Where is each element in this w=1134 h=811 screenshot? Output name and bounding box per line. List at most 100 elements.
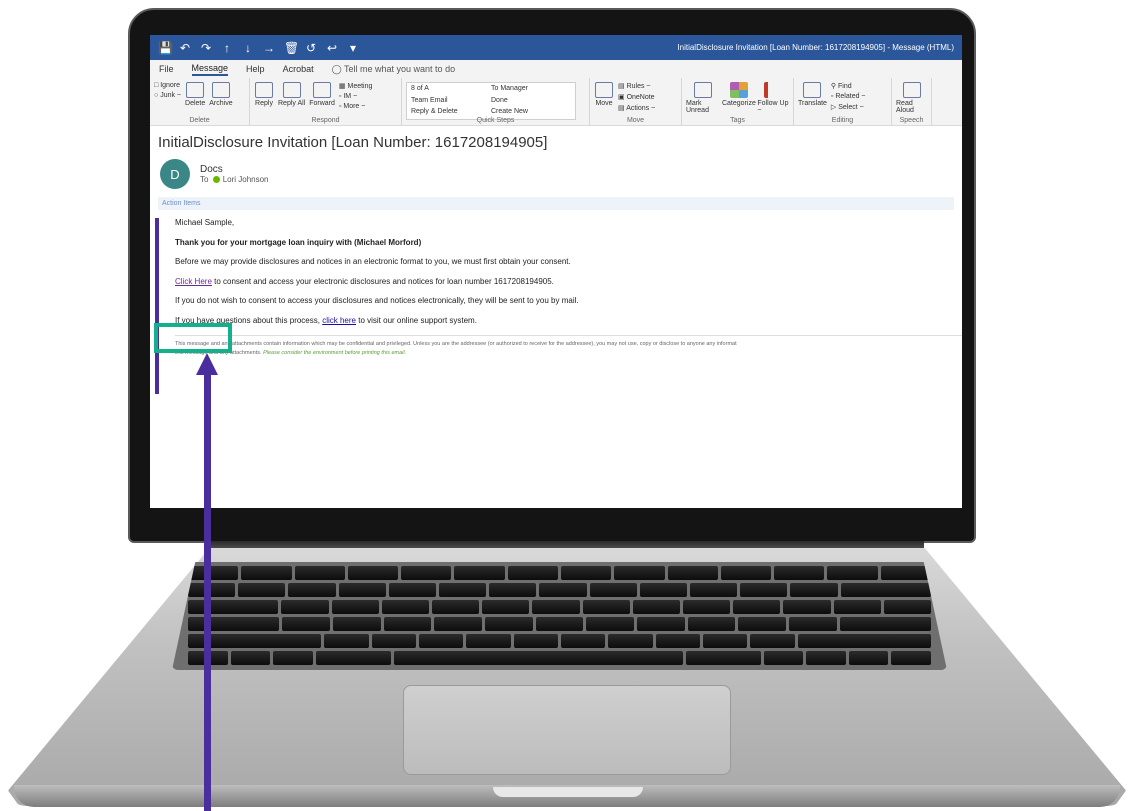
before-line: Before we may provide disclosures and no… [175, 257, 571, 266]
key [833, 600, 881, 614]
key [331, 600, 379, 614]
menu-message[interactable]: Message [191, 63, 229, 76]
quick-steps-group: 8 of A To Manager Team Email Done Reply … [402, 78, 590, 125]
menu-bar: File Message Help Acrobat ◯ Tell me what… [150, 60, 962, 78]
translate-icon [803, 82, 822, 98]
key [797, 634, 931, 648]
recipient-line: To Lori Johnson [200, 175, 269, 184]
quick-step-to-manager[interactable]: To Manager [491, 85, 571, 94]
delete-group: □ Ignore ○ Junk ~ Delete Archive Delete [150, 78, 250, 125]
key [324, 634, 369, 648]
key [806, 651, 846, 665]
rules-button[interactable]: ▤ Rules ~ [618, 82, 655, 90]
key [230, 651, 271, 665]
presence-icon [212, 176, 220, 184]
im-label: IM ~ [343, 93, 358, 100]
key [418, 634, 464, 648]
onenote-button[interactable]: ▣ OneNote [618, 93, 655, 101]
redo-icon[interactable]: ↷ [200, 41, 212, 55]
quick-step-reply-delete[interactable]: Reply & Delete [411, 108, 491, 117]
junk-button[interactable]: ○ Junk ~ [154, 92, 181, 99]
menu-file[interactable]: File [159, 64, 174, 74]
customize-icon[interactable]: ▾ [347, 41, 359, 55]
reply-all-envelope-icon [282, 82, 301, 98]
up-arrow-icon[interactable]: ↑ [221, 41, 233, 55]
reply-all-icon[interactable]: ↺ [305, 41, 317, 55]
save-icon[interactable]: 💾 [158, 41, 173, 55]
forward-envelope-icon [313, 82, 332, 98]
key [614, 566, 665, 580]
key [586, 617, 635, 631]
window-title: InitialDisclosure Invitation [Loan Numbe… [677, 43, 954, 52]
support-click-here-link[interactable]: click here [322, 316, 356, 325]
key [891, 651, 931, 665]
environment-note: Please consider the environment before p… [263, 350, 407, 356]
more-button[interactable]: ▫ More ~ [339, 103, 372, 110]
quick-step-team-email[interactable]: Team Email [411, 97, 491, 106]
key [485, 617, 533, 631]
key [401, 566, 452, 580]
disclaimer: This message and any attachments contain… [175, 335, 962, 358]
keyboard [172, 562, 947, 670]
junk-label: Junk ~ [160, 92, 182, 99]
related-button[interactable]: ▫ Related ~ [831, 93, 866, 100]
im-button[interactable]: ▫ IM ~ [339, 93, 372, 100]
consent-click-here-link[interactable]: Click Here [175, 277, 212, 286]
key [774, 566, 825, 580]
categorize-label: Categorize [721, 100, 756, 107]
quick-steps-gallery: 8 of A To Manager Team Email Done Reply … [406, 82, 576, 120]
key [532, 600, 580, 614]
key [738, 617, 787, 631]
key [750, 634, 795, 648]
key [188, 617, 280, 631]
avatar[interactable]: D [160, 159, 190, 189]
tell-me-label: Tell me what you want to do [344, 63, 456, 74]
ignore-label: Ignore [160, 82, 181, 89]
sender-name[interactable]: Docs [200, 164, 269, 175]
undo-icon[interactable]: ↶ [179, 41, 191, 55]
key [388, 583, 437, 597]
meeting-label: Meeting [347, 83, 373, 90]
menu-acrobat[interactable]: Acrobat [283, 64, 314, 74]
lightbulb-icon: ◯ [331, 63, 342, 74]
to-label: To [200, 175, 209, 184]
key [294, 566, 345, 580]
key [632, 600, 681, 614]
key [789, 617, 837, 631]
key [347, 566, 399, 580]
ignore-button[interactable]: □ Ignore [154, 82, 181, 89]
delete-icon[interactable]: 🗑 [284, 41, 299, 55]
key [482, 600, 530, 614]
key [637, 617, 685, 631]
reply-icon[interactable]: ↩ [326, 41, 338, 55]
right-arrow-icon[interactable]: → [263, 41, 275, 55]
related-label: Related ~ [835, 93, 866, 100]
recipient-name[interactable]: Lori Johnson [223, 175, 269, 184]
key [188, 583, 236, 597]
find-button[interactable]: ⚲ Find [831, 82, 866, 90]
actions-button[interactable]: ▤ Actions ~ [618, 104, 655, 112]
select-button[interactable]: ▷ Select ~ [831, 103, 866, 111]
action-items-bar[interactable]: Action Items [158, 197, 954, 210]
consent-line: Click Here to consent and access your el… [175, 277, 962, 286]
key [883, 600, 932, 614]
key [582, 600, 630, 614]
quick-step-done[interactable]: Done [491, 97, 571, 106]
reply-all-label: Reply All [278, 100, 306, 107]
key [827, 566, 878, 580]
quick-step-8-of-a[interactable]: 8 of A [411, 85, 491, 94]
quick-step-create-new[interactable]: Create New [491, 108, 571, 117]
tell-me-search[interactable]: ◯ Tell me what you want to do [332, 64, 455, 75]
meeting-button[interactable]: ▦ Meeting [339, 82, 372, 90]
questions-line: If you have questions about this process… [175, 316, 962, 325]
trackpad [403, 685, 731, 775]
respond-group: Reply Reply All Forward ▦ Meeting ▫ IM ~… [250, 78, 402, 125]
key [690, 583, 738, 597]
move-group: Move ▤ Rules ~ ▣ OneNote ▤ Actions ~ Mov… [590, 78, 682, 125]
mark-unread-label: Mark Unread [686, 100, 709, 114]
key [848, 651, 889, 665]
menu-help[interactable]: Help [246, 64, 265, 74]
down-arrow-icon[interactable]: ↓ [242, 41, 254, 55]
quick-access-toolbar: 💾 ↶ ↷ ↑ ↓ → 🗑 ↺ ↩ ▾ [158, 41, 359, 55]
rules-label: Rules ~ [626, 83, 651, 90]
